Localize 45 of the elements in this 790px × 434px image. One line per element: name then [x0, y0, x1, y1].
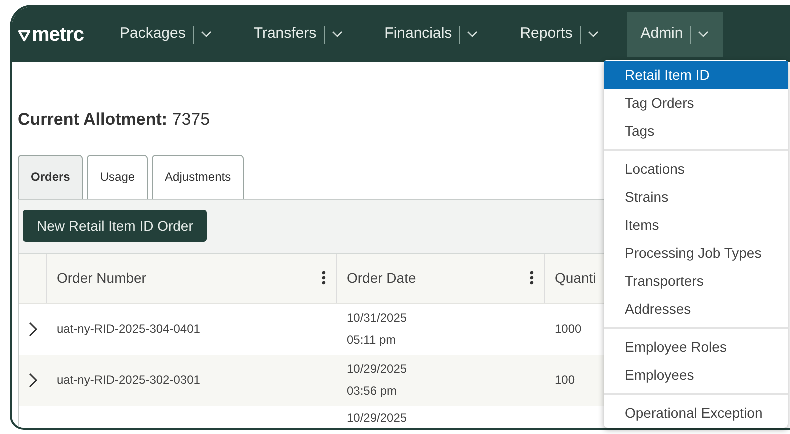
menu-item[interactable]: Processing Job Types — [604, 239, 788, 267]
menu-item[interactable]: Tags — [604, 117, 788, 145]
chevron-down-icon — [698, 31, 710, 38]
nav-menu-button[interactable]: Financials — [370, 12, 492, 57]
quantity-cell: 1000 — [555, 322, 582, 336]
nav-menu-button[interactable]: Transfers — [240, 12, 357, 57]
order-date-text: 10/31/2025 — [347, 310, 408, 327]
order-number-cell: uat-ny-RID-2025-302-0301 — [57, 373, 200, 387]
chevron-down-icon — [467, 31, 478, 38]
menu-item[interactable]: Retail Item ID — [604, 61, 788, 89]
tab[interactable]: Orders — [18, 154, 84, 198]
logo-mark-icon — [18, 30, 31, 42]
menu-item[interactable]: Tag Orders — [604, 89, 788, 117]
nav-menu-button[interactable]: Admin — [626, 12, 724, 57]
menu-item[interactable]: Locations — [604, 155, 788, 183]
column-menu-icon[interactable] — [322, 271, 326, 285]
logo-wordmark: metrc — [32, 22, 84, 48]
menu-item[interactable]: Items — [604, 211, 788, 239]
menu-item[interactable]: Transporters — [604, 267, 788, 295]
order-date-text: 03:56 pm — [347, 383, 398, 400]
new-order-button[interactable]: New Retail Item ID Order — [23, 210, 208, 242]
menu-item[interactable]: Strains — [604, 183, 788, 211]
column-header[interactable]: Order Date — [337, 254, 545, 302]
tab[interactable]: Adjustments — [152, 154, 244, 198]
nav-menu-button[interactable]: Reports — [506, 12, 613, 57]
order-number-cell: uat-ny-RID-2025-304-0401 — [57, 322, 200, 336]
order-date-text: 05:11 pm — [347, 332, 398, 349]
chevron-down-icon — [200, 31, 212, 38]
expand-chevron-icon[interactable] — [28, 322, 38, 336]
allotment-text: Current Allotment: 7375 — [18, 109, 210, 131]
menu-item[interactable]: Operational Exception — [604, 399, 788, 427]
column-header[interactable]: Order Number — [47, 254, 337, 302]
order-date-text: 10/29/2025 — [347, 361, 408, 378]
nav-menu-button[interactable]: Packages — [106, 12, 226, 57]
menu-item[interactable]: Employee Roles — [604, 333, 788, 361]
column-header[interactable]: Quanti — [545, 268, 606, 288]
quantity-cell: 100 — [555, 373, 576, 387]
chevron-down-icon — [332, 31, 343, 38]
chevron-down-icon — [588, 31, 599, 38]
menu-item[interactable]: Addresses — [604, 295, 788, 323]
expand-chevron-icon[interactable] — [28, 372, 38, 388]
column-menu-icon[interactable] — [530, 271, 534, 285]
order-date-text: 10/29/2025 — [347, 410, 408, 426]
tab[interactable]: Usage — [87, 154, 148, 198]
menu-item[interactable]: Employees — [604, 361, 788, 389]
